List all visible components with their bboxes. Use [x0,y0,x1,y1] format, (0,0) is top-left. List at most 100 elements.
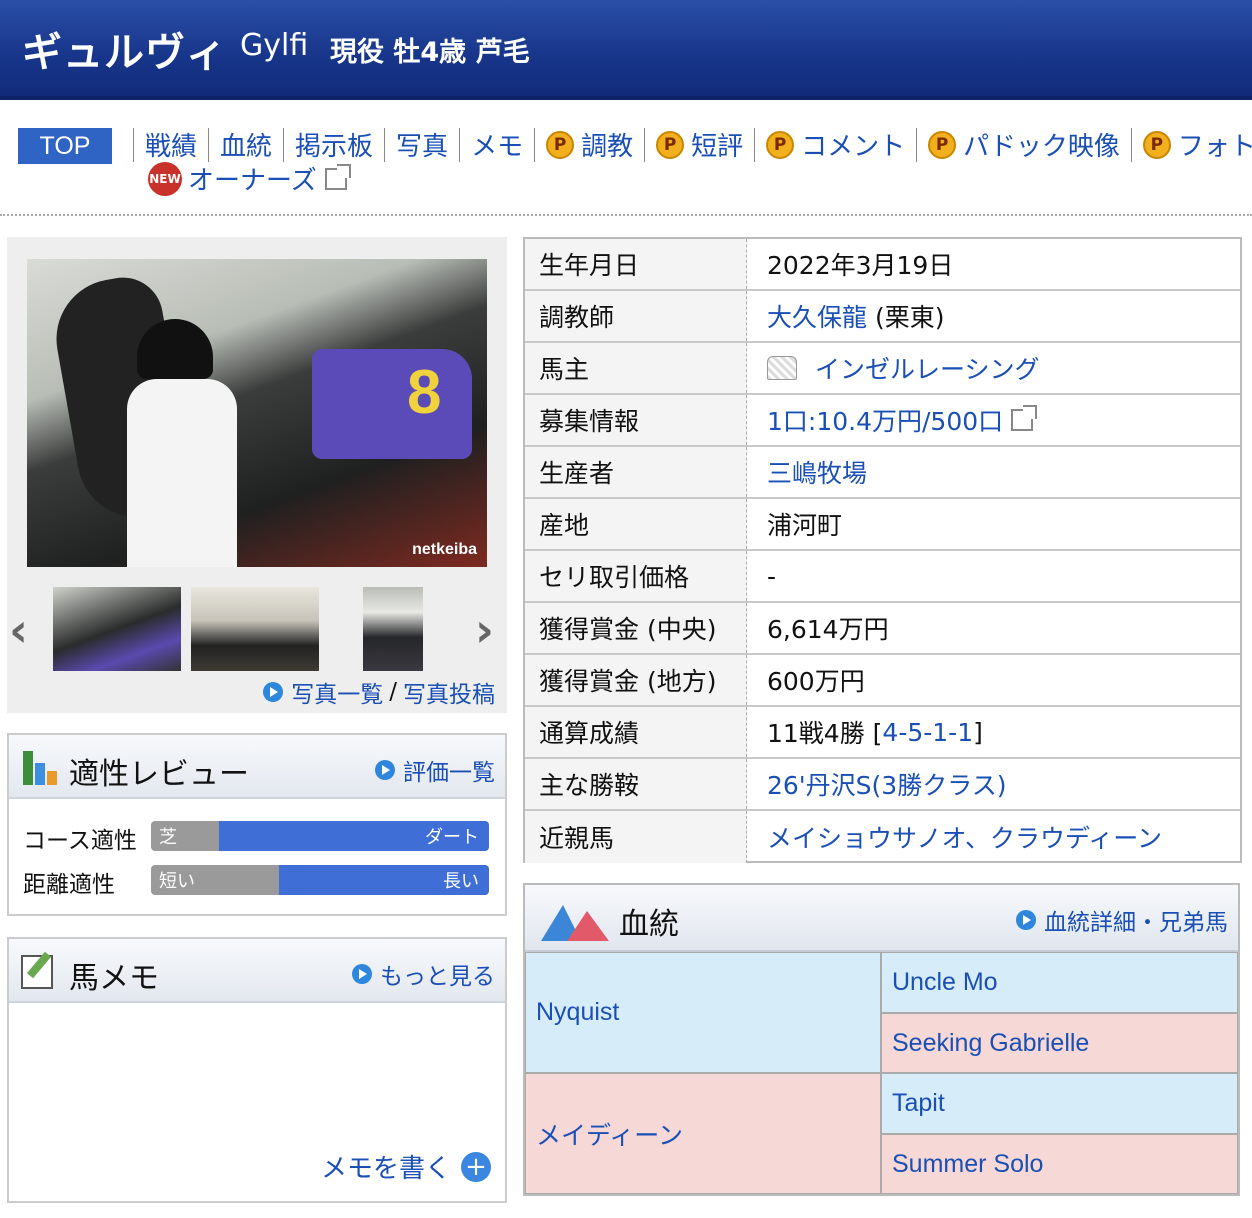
dam-cell[interactable]: メイディーン [525,1073,881,1194]
pedigree-table: Nyquist メイディーン Uncle Mo Seeking Gabriell… [525,952,1238,1194]
relatives-link[interactable]: メイショウサノオ、クラウディーン [767,819,1162,855]
tab-photos[interactable]: 写真 [396,126,448,163]
tab-pedigree[interactable]: 血統 [220,126,272,163]
nav-separator [384,127,386,162]
external-link-icon [1011,405,1038,431]
main-win-value: 26'丹沢S(3勝クラス) [747,759,1240,809]
breeder-value: 三嶋牧場 [747,447,1240,497]
aptitude-review-box: 適性レビュー 評価一覧 コース適性 芝 ダート 距離適性 短い 長い [7,733,507,916]
breeder-link[interactable]: 三嶋牧場 [767,454,867,490]
trainer-link[interactable]: 大久保龍 [767,298,867,334]
review-list-link[interactable]: 評価一覧 [375,753,495,787]
birth-date: 2022年3月19日 [767,251,954,280]
table-row: セリ取引価格 - [525,551,1240,603]
photo-list-link[interactable]: 写真一覧 [291,675,383,709]
photo-watermark: netkeiba [412,541,477,558]
photo-links: 写真一覧 / 写真投稿 [263,675,495,709]
photo-thumbnails: ‹ › [7,583,507,673]
sire-sire-cell[interactable]: Uncle Mo [881,952,1238,1013]
profile-key: 主な勝鞍 [525,759,747,809]
tab-board[interactable]: 掲示板 [295,126,373,163]
distance-aptitude-bar: 短い 長い [151,865,489,895]
owner-link[interactable]: インゼルレーシング [815,350,1040,386]
table-row: 生年月日 2022年3月19日 [525,239,1240,291]
tab-photo-paddock-label: フォトパ [1177,132,1252,162]
memo-header: 馬メモ もっと見る [9,939,505,1003]
tab-short-review[interactable]: P 短評 [656,126,743,163]
profile-key: 近親馬 [525,811,747,863]
profile-key: 生年月日 [525,239,747,289]
main-win-link[interactable]: 26'丹沢S(3勝クラス) [767,766,1006,802]
offering-value: 1口:10.4万円/500口 [747,395,1240,445]
sire-cell[interactable]: Nyquist [525,952,881,1073]
nav-separator [644,127,646,162]
career-record: 11戦4勝 [4-5-1-1] [747,707,1240,757]
premium-icon: P [1142,130,1171,159]
photo-post-link[interactable]: 写真投稿 [403,675,495,709]
table-row: 産地 浦河町 [525,499,1240,551]
earnings-local: 600万円 [767,667,865,696]
horse-nav: TOP 戦績 血統 掲示板 写真 メモ P 調教 P 短評 P コメント P パドック映… [18,124,1252,204]
distance-aptitude-label: 距離適性 [23,872,115,898]
thumbnail[interactable] [363,587,423,671]
offering-link[interactable]: 1口:10.4万円/500口 [767,402,1003,438]
sire-dam-cell[interactable]: Seeking Gabrielle [881,1013,1238,1073]
horse-profile-table: 生年月日 2022年3月19日 調教師 大久保龍 (栗東) 馬主 インゼルレーシ… [523,237,1242,863]
career-record-link[interactable]: 4-5-1-1 [882,718,973,747]
profile-key: 調教師 [525,291,747,341]
main-horse-photo[interactable]: 8 netkeiba [27,259,487,567]
auction-price: - [767,561,777,591]
distance-left-label: 短い [151,865,280,895]
tab-memo[interactable]: メモ [471,126,523,163]
tab-short-review-label: 短評 [691,132,744,162]
profile-key: 馬主 [525,343,747,393]
table-row: 募集情報 1口:10.4万円/500口 [525,395,1240,447]
pedigree-detail-link[interactable]: 血統詳細・兄弟馬 [1016,903,1228,937]
external-link-icon [324,163,351,190]
profile-key: 産地 [525,499,747,549]
tab-top[interactable]: TOP [18,128,112,164]
horse-name-ja: ギュルヴィ [22,30,227,76]
icon-bar [23,751,33,785]
horse-status: 現役 牡4歳 芦毛 [330,37,530,68]
tab-photo-paddock[interactable]: Pフォトパ [1142,126,1252,163]
review-list-label: 評価一覧 [403,760,495,786]
horse-memo-box: 馬メモ もっと見る メモを書く + [7,937,507,1203]
thumbnail[interactable] [53,587,181,671]
chevron-left-icon[interactable]: ‹ [9,603,28,657]
arrow-circle-icon [352,964,372,984]
course-left-label: 芝 [151,821,219,851]
photo-saddle-cloth [312,349,472,459]
nav-separator [283,127,285,162]
memo-more-link[interactable]: もっと見る [352,957,495,991]
new-badge: NEW [148,161,182,196]
pedigree-box: 血統 血統詳細・兄弟馬 Nyquist メイディーン Uncle Mo Seek… [523,883,1240,1196]
nav-separator [459,127,461,162]
table-row: 近親馬 メイショウサノオ、クラウディーン [525,811,1240,863]
divider [0,214,1252,216]
tab-comment[interactable]: P コメント [766,126,905,163]
dam-sire-cell[interactable]: Tapit [881,1073,1238,1134]
profile-key: 募集情報 [525,395,747,445]
tab-results[interactable]: 戦績 [145,126,197,163]
saddle-number: 8 [407,358,442,427]
nav-separator [916,127,918,162]
tab-owners[interactable]: NEW オーナーズ [148,160,351,197]
chevron-right-icon[interactable]: › [475,603,494,657]
dam-dam-cell[interactable]: Summer Solo [881,1134,1238,1194]
premium-icon: P [656,130,685,159]
tab-paddock-label: パドック映像 [963,132,1120,162]
earnings-central: 6,614万円 [767,615,889,644]
write-memo-button[interactable]: メモを書く + [321,1148,491,1185]
bar-chart-icon [23,751,61,785]
review-header: 適性レビュー 評価一覧 [9,735,505,799]
tab-training-label: 調教 [581,132,634,162]
tab-training[interactable]: P 調教 [546,126,633,163]
silks-icon [767,356,797,380]
write-memo-label: メモを書く [320,1154,451,1184]
nav-separator [534,127,536,162]
table-row: 獲得賞金 (地方) 600万円 [525,655,1240,707]
tab-paddock-video[interactable]: P パドック映像 [928,126,1120,163]
thumbnail[interactable] [191,587,319,671]
trainer-value: 大久保龍 (栗東) [747,291,1240,341]
